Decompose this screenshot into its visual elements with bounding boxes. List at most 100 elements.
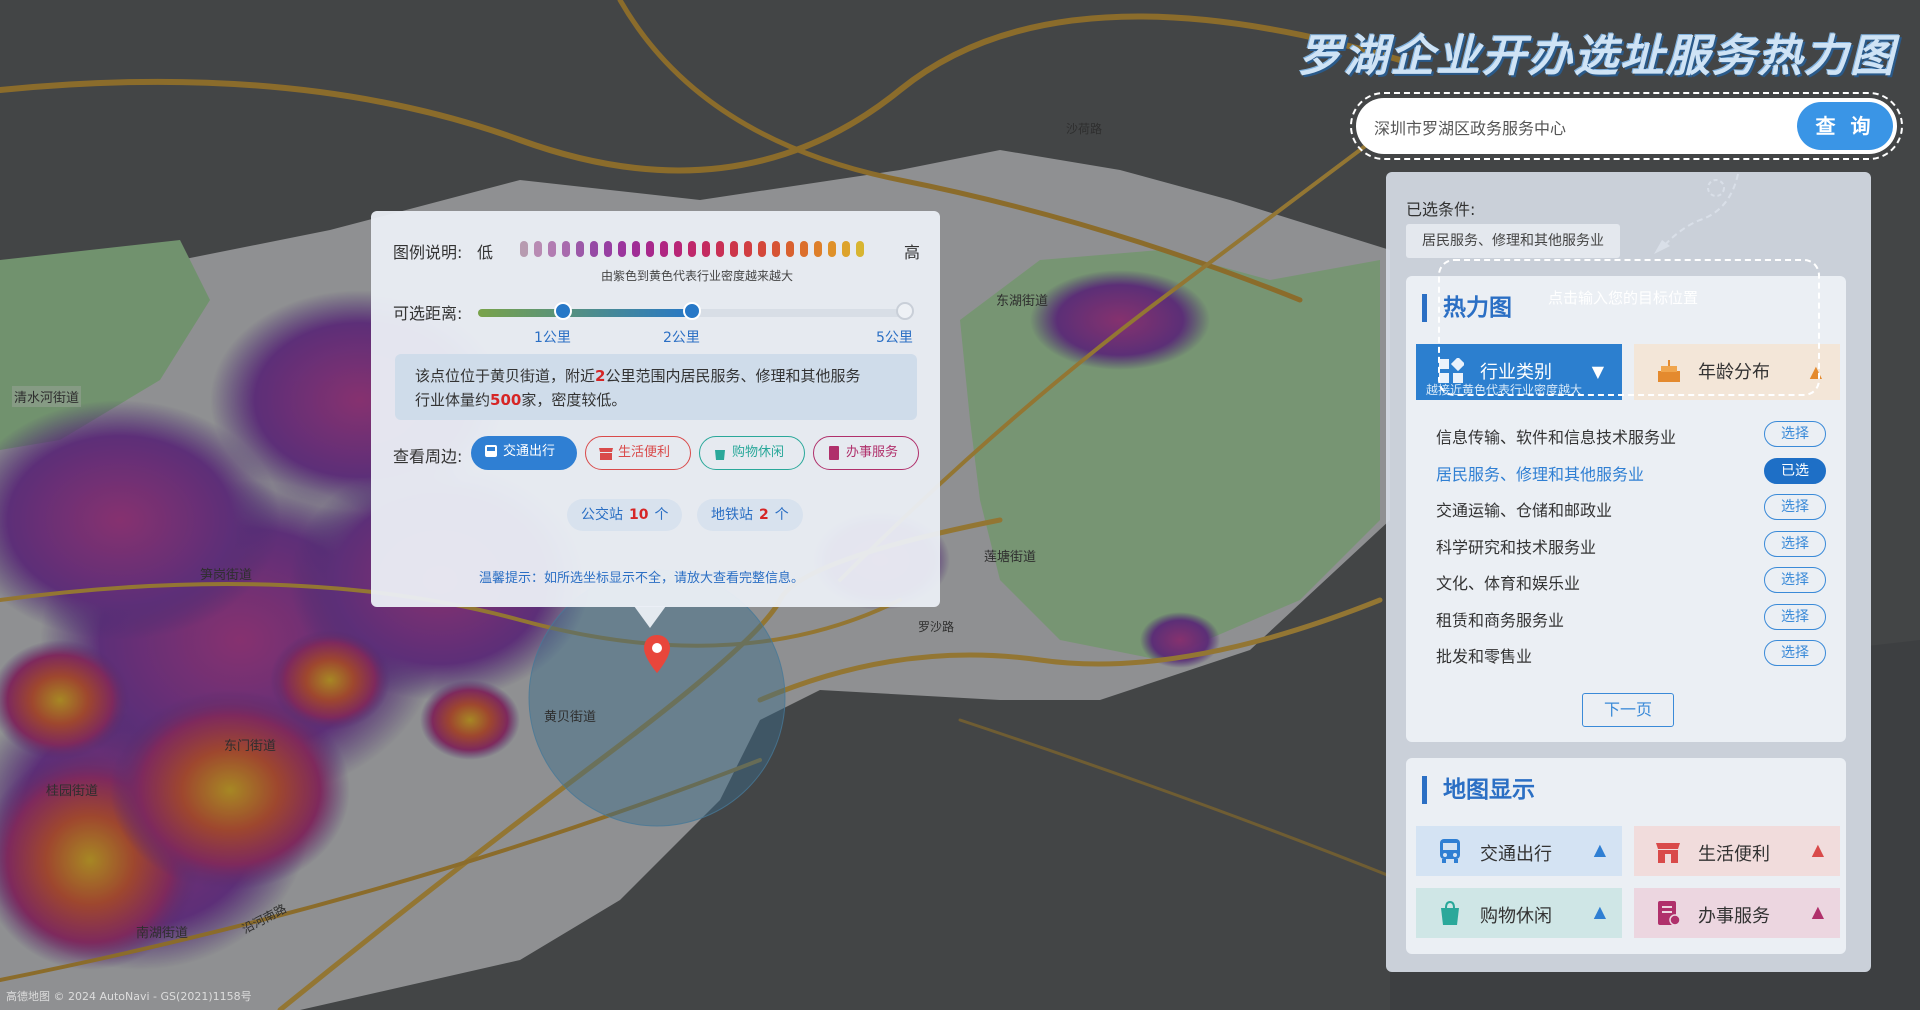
station-label: 地铁站 [711, 507, 753, 523]
legend-note: 由紫色到黄色代表行业密度越来越大 [601, 269, 794, 283]
list-item: 批发和零售业 选择 [1416, 635, 1836, 672]
search-bar: 查 询 [1356, 98, 1897, 156]
layer-convenience-label: 生活便利 [1698, 844, 1770, 865]
distance-tick-5km: 5公里 [876, 330, 913, 346]
store-icon [1656, 843, 1680, 863]
app-title: 罗湖企业开办选址服务热力图 [1298, 31, 1896, 82]
bus-icon [1440, 839, 1460, 863]
summary-text: 家，密度较低。 [521, 391, 627, 409]
legend-label: 图例说明: [393, 243, 463, 262]
search-button[interactable]: 查 询 [1797, 102, 1893, 150]
station-count: 10 [629, 507, 649, 523]
document-icon [829, 446, 839, 460]
list-item: 文化、体育和娱乐业 选择 [1416, 562, 1836, 599]
layer-shopping-label: 购物休闲 [1480, 906, 1552, 927]
industry-select-button[interactable]: 选择 [1764, 603, 1826, 630]
summary-count-value: 500 [490, 391, 522, 409]
metro-station-count: 地铁站 2 个 [697, 499, 803, 531]
distance-label: 可选距离: [393, 304, 463, 323]
location-info-popup: 图例说明: 低 高 由紫色到黄色代表行业密度越来越大 可选距离: 1公里 2公里… [371, 211, 940, 607]
industry-name: 信息传输、软件和信息技术服务业 [1436, 428, 1677, 447]
industry-select-button[interactable]: 选择 [1764, 567, 1826, 593]
industry-name: 租赁和商务服务业 [1436, 610, 1565, 630]
industry-selected-button[interactable]: 已选 [1764, 457, 1826, 484]
legend-low-label: 低 [477, 243, 494, 262]
summary-text: 行业体量约 [415, 391, 491, 409]
industry-list: 信息传输、软件和信息技术服务业 选择 居民服务、修理和其他服务业 已选 交通运输… [1416, 416, 1836, 672]
nearby-shopping-label: 购物休闲 [732, 445, 785, 460]
industry-select-button[interactable]: 选择 [1764, 494, 1826, 520]
location-summary: 该点位位于黄贝街道，附近2公里范围内居民服务、修理和其他服务 行业体量约500家… [395, 354, 917, 420]
industry-select-button[interactable]: 选择 [1764, 421, 1826, 447]
distance-slider[interactable] [478, 302, 914, 320]
map-label-sungang: 笋岗街道 [200, 568, 253, 583]
distance-slider-handle-1km[interactable] [554, 302, 572, 320]
map-label-guiyuan: 桂园街道 [46, 784, 99, 799]
distance-slider-fill [478, 309, 692, 317]
layer-convenience-button[interactable]: 生活便利 ▲ [1634, 826, 1840, 876]
popup-pointer [634, 606, 666, 628]
summary-text: 公里范围内居民服务、修理和其他服务 [605, 367, 861, 385]
nearby-label: 查看周边: [393, 447, 463, 466]
legend-color-bar [520, 241, 864, 257]
warm-tip: 温馨提示：如所选坐标显示不全，请放大查看完整信息。 [479, 571, 805, 586]
distance-tick-1km: 1公里 [534, 330, 571, 346]
nearby-government-services-button[interactable]: 办事服务 [813, 436, 919, 470]
industry-name: 批发和零售业 [1436, 647, 1533, 666]
list-item: 科学研究和技术服务业 选择 [1416, 526, 1836, 563]
station-unit: 个 [774, 507, 789, 523]
industry-select-button[interactable]: 选择 [1764, 530, 1826, 557]
nearby-shopping-button[interactable]: 购物休闲 [699, 436, 805, 470]
chevron-up-icon: ▲ [1593, 840, 1606, 859]
map-label-dongmen: 东门街道 [224, 739, 277, 754]
layer-government-services-button[interactable]: 办事服务 ▲ [1634, 888, 1840, 938]
distance-slider-handle-5km[interactable] [896, 302, 914, 320]
map-label-huangbei: 黄贝街道 [544, 710, 597, 725]
map-attribution: 高德地图 © 2024 AutoNavi - GS(2021)1158号 [6, 990, 252, 1003]
nearby-transport-button[interactable]: 交通出行 [471, 436, 577, 470]
list-item: 交通运输、仓储和邮政业 选择 [1416, 489, 1836, 526]
bus-icon [485, 445, 497, 457]
station-label: 公交站 [581, 507, 623, 523]
industry-name: 居民服务、修理和其他服务业 [1436, 464, 1645, 484]
layer-shopping-button[interactable]: 购物休闲 ▲ [1416, 888, 1622, 938]
onboarding-hint-box: 点击输入您的目标位置 [1438, 259, 1820, 396]
map-label-liantang: 莲塘街道 [984, 550, 1037, 565]
station-count: 2 [759, 507, 769, 523]
industry-select-button[interactable]: 选择 [1764, 640, 1826, 666]
chevron-up-icon: ▲ [1593, 902, 1606, 921]
store-icon [599, 448, 613, 460]
selected-conditions-label: 已选条件: [1406, 200, 1476, 219]
map-label-shahe-road: 沙荷路 [1066, 122, 1103, 136]
industry-name: 交通运输、仓储和邮政业 [1436, 501, 1613, 520]
map-label-luosha-road: 罗沙路 [918, 620, 955, 634]
bus-station-count: 公交站 10 个 [567, 499, 683, 531]
shopping-bag-icon [1441, 900, 1459, 925]
selected-condition-chip[interactable]: 居民服务、修理和其他服务业 [1406, 224, 1620, 258]
summary-text: 该点位位于黄贝街道，附近 [415, 367, 596, 385]
list-item: 租赁和商务服务业 选择 [1416, 599, 1836, 636]
chevron-up-icon: ▲ [1811, 902, 1824, 921]
industry-name: 文化、体育和娱乐业 [1436, 574, 1581, 593]
summary-distance-value: 2 [595, 367, 606, 385]
layer-transport-button[interactable]: 交通出行 ▲ [1416, 826, 1622, 876]
distance-tick-2km: 2公里 [663, 330, 700, 346]
list-item: 信息传输、软件和信息技术服务业 选择 [1416, 416, 1836, 453]
search-input[interactable] [1372, 98, 1756, 156]
next-page-button[interactable]: 下一页 [1582, 693, 1674, 727]
legend-high-label: 高 [904, 243, 921, 262]
map-label-donghu: 东湖街道 [996, 294, 1049, 309]
nearby-convenience-label: 生活便利 [618, 445, 671, 460]
shopping-bag-icon [715, 450, 725, 460]
industry-name: 科学研究和技术服务业 [1436, 537, 1597, 557]
location-pin-icon[interactable] [642, 634, 672, 674]
list-item: 居民服务、修理和其他服务业 已选 [1416, 453, 1836, 490]
nearby-government-services-label: 办事服务 [846, 445, 899, 460]
map-display-card: 地图显示 交通出行 ▲ 生活便利 ▲ 购物休闲 ▲ 办事服务 ▲ [1406, 758, 1846, 954]
layer-transport-label: 交通出行 [1480, 844, 1552, 865]
map-label-nanhu: 南湖街道 [136, 926, 189, 941]
nearby-convenience-button[interactable]: 生活便利 [585, 436, 691, 470]
nearby-stations: 公交站 10 个 地铁站 2 个 [467, 487, 857, 543]
station-unit: 个 [654, 507, 669, 523]
distance-slider-handle-2km[interactable] [683, 302, 701, 320]
